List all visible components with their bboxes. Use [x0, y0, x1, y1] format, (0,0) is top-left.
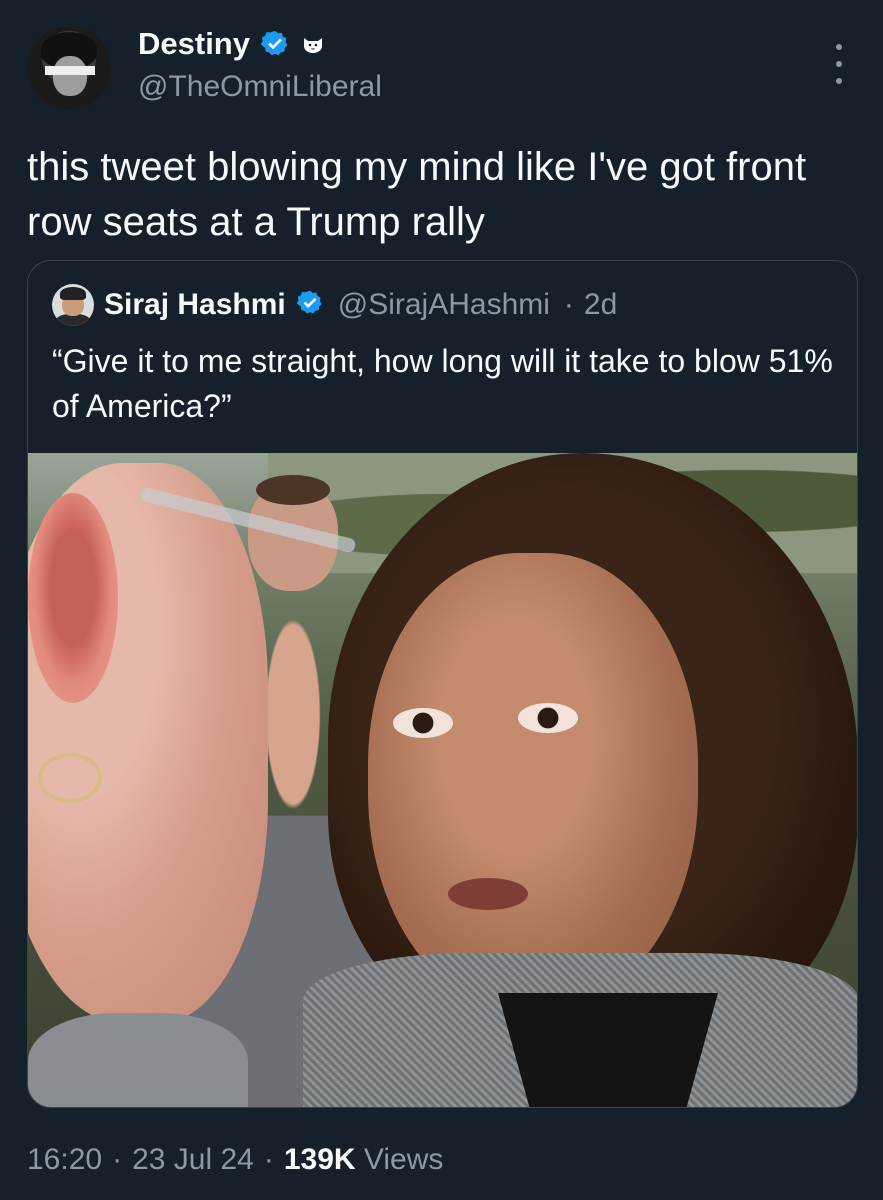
quoted-tweet-card[interactable]: Siraj Hashmi @SirajAHashmi · 2d “Give it… — [27, 260, 858, 1108]
author-avatar[interactable] — [27, 26, 111, 110]
verified-badge-icon — [260, 29, 290, 59]
tweet-text: this tweet blowing my mind like I've got… — [27, 145, 807, 244]
tweet: Destiny @TheOmniLiberal this tweet blowi… — [0, 0, 883, 1200]
author-name-row: Destiny — [138, 24, 326, 64]
meta-separator: · — [263, 1143, 274, 1176]
more-options-icon[interactable] — [826, 44, 852, 84]
tweet-date[interactable]: 23 Jul 24 — [132, 1143, 254, 1177]
quoted-verified-badge-icon — [296, 289, 324, 322]
views-label: Views — [363, 1143, 444, 1176]
author-display-name[interactable]: Destiny — [138, 26, 250, 62]
meta-separator: · — [112, 1143, 123, 1176]
tweet-meta: 16:20 · 23 Jul 24 · 139K Views — [27, 1138, 443, 1182]
quoted-separator: · — [563, 288, 574, 321]
quoted-header: Siraj Hashmi @SirajAHashmi · 2d — [52, 283, 617, 327]
quoted-age: 2d — [583, 288, 618, 321]
quoted-handle: @SirajAHashmi — [337, 288, 550, 321]
tweet-time[interactable]: 16:20 — [27, 1143, 102, 1177]
quoted-author-avatar — [52, 284, 94, 326]
quoted-tweet-photo[interactable] — [28, 453, 857, 1107]
quoted-display-name: Siraj Hashmi — [104, 288, 286, 321]
views-count[interactable]: 139K — [284, 1143, 356, 1176]
author-handle[interactable]: @TheOmniLiberal — [138, 70, 382, 104]
quoted-tweet-text: “Give it to me straight, how long will i… — [52, 343, 833, 424]
cat-badge-icon[interactable] — [299, 31, 326, 57]
